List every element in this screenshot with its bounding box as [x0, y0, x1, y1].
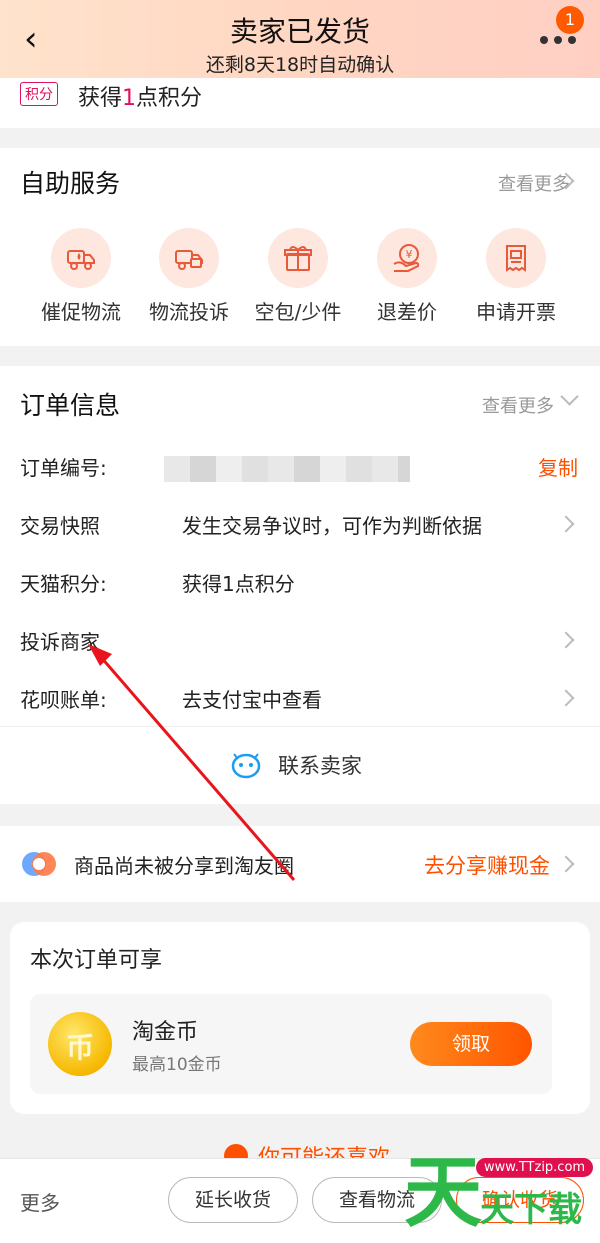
claim-button[interactable]: 领取 — [410, 1022, 532, 1066]
tmall-points-value: 获得1点积分 — [182, 572, 295, 596]
order-info-more[interactable]: 查看更多 — [482, 392, 554, 418]
truck-drop-icon — [51, 228, 111, 288]
order-row-snapshot[interactable]: 交易快照 发生交易争议时，可作为判断依据 — [0, 496, 600, 554]
contact-seller-button[interactable]: 联系卖家 — [0, 728, 600, 802]
order-benefits-card: 本次订单可享 币 淘金币 最高10金币 领取 — [10, 922, 590, 1114]
watermark-logo: 天 — [404, 1148, 483, 1238]
chevron-right-icon — [557, 855, 575, 873]
order-number-redacted — [164, 456, 410, 482]
order-info-card: 订单信息 查看更多 订单编号: 复制 交易快照 发生交易争议时，可作为判断依据 … — [0, 366, 600, 804]
order-row-points: 天猫积分: 获得1点积分 — [0, 554, 600, 612]
taojinbi-box: 币 淘金币 最高10金币 领取 — [30, 994, 552, 1094]
order-number-label: 订单编号: — [20, 456, 107, 480]
watermark-url: www.TTzip.com — [476, 1158, 594, 1177]
service-urge-logistics[interactable]: 催促物流 — [26, 228, 136, 325]
coin-name: 淘金币 — [132, 1020, 199, 1045]
huabei-label: 花呗账单: — [20, 688, 107, 712]
invoice-icon — [486, 228, 546, 288]
service-price-refund[interactable]: ¥ 退差价 — [352, 228, 462, 325]
svg-text:¥: ¥ — [406, 248, 413, 261]
order-row-complain[interactable]: 投诉商家 — [0, 612, 600, 670]
self-service-title: 自助服务 — [20, 169, 121, 198]
extend-receipt-button[interactable]: 延长收货 — [168, 1177, 298, 1223]
service-request-invoice[interactable]: 申请开票 — [461, 228, 571, 325]
service-label: 空包/少件 — [254, 300, 342, 324]
service-label: 物流投诉 — [149, 300, 229, 324]
chevron-right-icon — [557, 515, 575, 533]
order-row-huabei[interactable]: 花呗账单: 去支付宝中查看 — [0, 670, 600, 728]
gift-box-icon — [268, 228, 328, 288]
chevron-right-icon — [557, 631, 575, 649]
truck-complaint-icon — [159, 228, 219, 288]
huabei-value: 去支付宝中查看 — [182, 688, 322, 712]
service-empty-package[interactable]: 空包/少件 — [243, 228, 353, 325]
gold-coin-icon: 币 — [48, 1012, 112, 1076]
yen-refund-icon: ¥ — [377, 228, 437, 288]
chevron-right-icon — [557, 689, 575, 707]
order-row-number: 订单编号: 复制 — [0, 438, 600, 496]
notification-badge: 1 — [556, 6, 584, 34]
chevron-down-icon[interactable] — [560, 387, 579, 406]
self-service-card: 自助服务 查看更多 催促物流 物流投诉 空包/少件 ¥ 退差价 申请开票 — [0, 148, 600, 346]
copy-button[interactable]: 复制 — [538, 452, 578, 481]
page-title: 卖家已发货 — [229, 15, 370, 48]
complain-merchant-label: 投诉商家 — [20, 630, 100, 654]
service-label: 退差价 — [377, 300, 437, 324]
chat-face-icon — [231, 753, 261, 779]
taoyouquan-icon — [22, 852, 56, 876]
divider — [0, 726, 600, 727]
snapshot-label: 交易快照 — [20, 514, 100, 538]
coin-description: 最高10金币 — [132, 1055, 222, 1075]
service-logistics-complaint[interactable]: 物流投诉 — [134, 228, 244, 325]
service-label: 催促物流 — [41, 300, 121, 324]
share-card[interactable]: 商品尚未被分享到淘友圈 去分享赚现金 — [0, 826, 600, 902]
points-summary: 积分 获得1点积分 — [0, 78, 600, 128]
share-status-text: 商品尚未被分享到淘友圈 — [74, 854, 294, 878]
share-earn-cash-link[interactable]: 去分享赚现金 — [424, 850, 550, 880]
benefits-title: 本次订单可享 — [30, 948, 163, 973]
order-info-title: 订单信息 — [20, 391, 121, 420]
top-header: ‹ 卖家已发货 还剩8天18时自动确认 1 — [0, 0, 600, 78]
auto-confirm-countdown: 还剩8天18时自动确认 — [205, 54, 395, 76]
watermark-text: 天下载 — [480, 1190, 582, 1230]
tmall-points-label: 天猫积分: — [20, 572, 107, 596]
service-label: 申请开票 — [476, 300, 556, 324]
points-tag: 积分 — [20, 82, 58, 106]
site-watermark: 天 www.TTzip.com 天下载 — [404, 1148, 594, 1240]
snapshot-value: 发生交易争议时，可作为判断依据 — [182, 514, 482, 538]
contact-seller-label: 联系卖家 — [278, 754, 362, 778]
more-actions-button[interactable]: 更多 — [20, 1187, 60, 1216]
points-text: 获得1点积分 — [78, 86, 203, 111]
